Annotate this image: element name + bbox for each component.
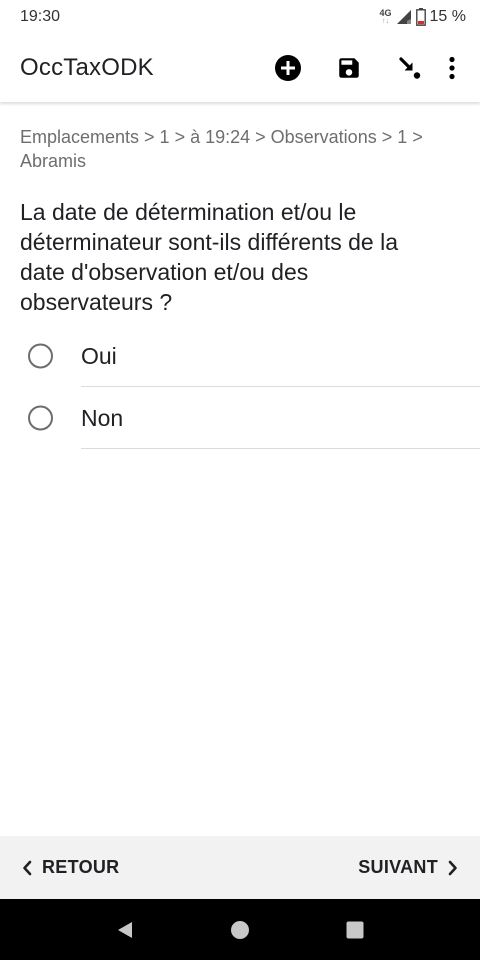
form-navigation-bar: RETOUR SUIVANT <box>0 836 480 899</box>
more-vert-icon <box>449 56 455 80</box>
chevron-left-icon <box>23 860 32 875</box>
save-button[interactable] <box>325 44 373 92</box>
save-icon <box>339 58 359 78</box>
next-button[interactable]: SUIVANT <box>358 857 458 878</box>
screen: 19:30 4G ↑↓ 15 % OccTaxODK Emplacements … <box>0 0 480 960</box>
jump-to-icon <box>399 57 421 79</box>
go-to-button[interactable] <box>386 44 434 92</box>
choice-non[interactable]: Non <box>0 387 480 449</box>
next-button-label: SUIVANT <box>358 857 438 877</box>
triangle-back-icon <box>118 921 132 938</box>
network-type-label: 4G <box>379 8 392 18</box>
radio-button-non[interactable] <box>28 405 53 431</box>
radio-button-oui[interactable] <box>28 343 53 369</box>
status-time: 19:30 <box>20 8 61 25</box>
choice-label-oui[interactable]: Oui <box>81 325 480 387</box>
back-button[interactable]: RETOUR <box>22 857 119 878</box>
plus-circle-icon <box>275 55 301 81</box>
circle-home-icon <box>231 920 249 939</box>
choice-oui[interactable]: Oui <box>0 325 480 387</box>
system-home-button[interactable] <box>183 899 298 960</box>
status-bar: 19:30 4G ↑↓ 15 % <box>0 0 480 34</box>
form-content: Emplacements > 1 > à 19:24 > Observation… <box>0 102 480 449</box>
choice-list: Oui Non <box>0 325 480 449</box>
chevron-right-icon <box>448 860 457 875</box>
app-bar-actions <box>264 44 466 92</box>
signal-icon <box>396 10 411 24</box>
add-repeat-button[interactable] <box>264 44 312 92</box>
breadcrumb: Emplacements > 1 > à 19:24 > Observation… <box>20 127 423 171</box>
battery-icon <box>415 8 426 26</box>
status-icons: 4G ↑↓ 15 % <box>380 8 466 26</box>
question-label: La date de détermination et/ou le déterm… <box>20 199 398 315</box>
more-options-button[interactable] <box>438 44 466 92</box>
app-bar: OccTaxODK <box>0 34 480 102</box>
data-arrows-icon: ↑↓ <box>382 18 390 25</box>
system-recents-button[interactable] <box>298 899 413 960</box>
system-back-button[interactable] <box>68 899 183 960</box>
choice-label-non[interactable]: Non <box>81 387 480 449</box>
system-navigation-bar <box>0 899 480 960</box>
network-type-icon: 4G ↑↓ <box>379 8 392 26</box>
back-button-label: RETOUR <box>42 857 120 877</box>
choice-divider <box>81 448 480 449</box>
app-title: OccTaxODK <box>20 54 154 81</box>
square-recents-icon <box>346 921 364 938</box>
battery-percent: 15 % <box>429 8 466 25</box>
